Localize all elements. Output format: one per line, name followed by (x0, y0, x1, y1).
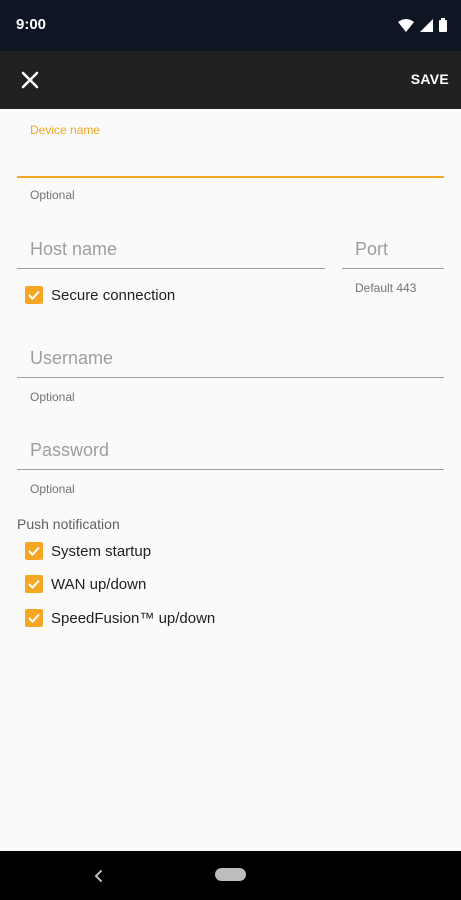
username-hint: Optional (30, 390, 75, 404)
speedfusion-updown-checkbox[interactable] (25, 609, 43, 627)
save-button[interactable]: SAVE (411, 71, 449, 87)
status-icons (398, 17, 447, 33)
close-icon (21, 71, 39, 89)
port-input[interactable] (355, 236, 440, 262)
back-icon (94, 870, 102, 882)
status-bar: 9:00 (0, 0, 461, 51)
checkmark-icon (28, 613, 40, 623)
push-notification-title: Push notification (17, 516, 120, 532)
checkmark-icon (28, 579, 40, 589)
checkmark-icon (28, 290, 40, 300)
username-input[interactable] (30, 345, 430, 371)
system-startup-label: System startup (51, 543, 152, 560)
port-underline (342, 268, 444, 269)
password-underline (17, 469, 444, 470)
port-hint: Default 443 (355, 281, 417, 295)
battery-icon (439, 18, 447, 32)
toolbar: SAVE (0, 51, 461, 109)
home-pill-icon[interactable] (215, 868, 246, 881)
device-name-underline (17, 176, 444, 178)
device-name-input[interactable] (30, 145, 430, 171)
password-input[interactable] (30, 437, 430, 463)
device-name-hint: Optional (30, 188, 75, 202)
speedfusion-updown-label: SpeedFusion™ up/down (51, 610, 216, 627)
status-time: 9:00 (16, 16, 47, 33)
host-name-underline (17, 268, 325, 269)
system-startup-checkbox[interactable] (25, 542, 43, 560)
password-hint: Optional (30, 482, 75, 496)
username-underline (17, 377, 444, 378)
back-button[interactable] (91, 867, 107, 885)
close-button[interactable] (14, 64, 46, 96)
wifi-icon (398, 18, 414, 32)
wan-updown-checkbox[interactable] (25, 575, 43, 593)
cell-signal-icon (420, 18, 433, 32)
checkmark-icon (28, 546, 40, 556)
secure-connection-checkbox[interactable] (25, 286, 43, 304)
device-name-label: Device name (30, 123, 101, 137)
wan-updown-label: WAN up/down (51, 576, 147, 593)
host-name-input[interactable] (30, 236, 320, 262)
secure-connection-label: Secure connection (51, 287, 176, 304)
